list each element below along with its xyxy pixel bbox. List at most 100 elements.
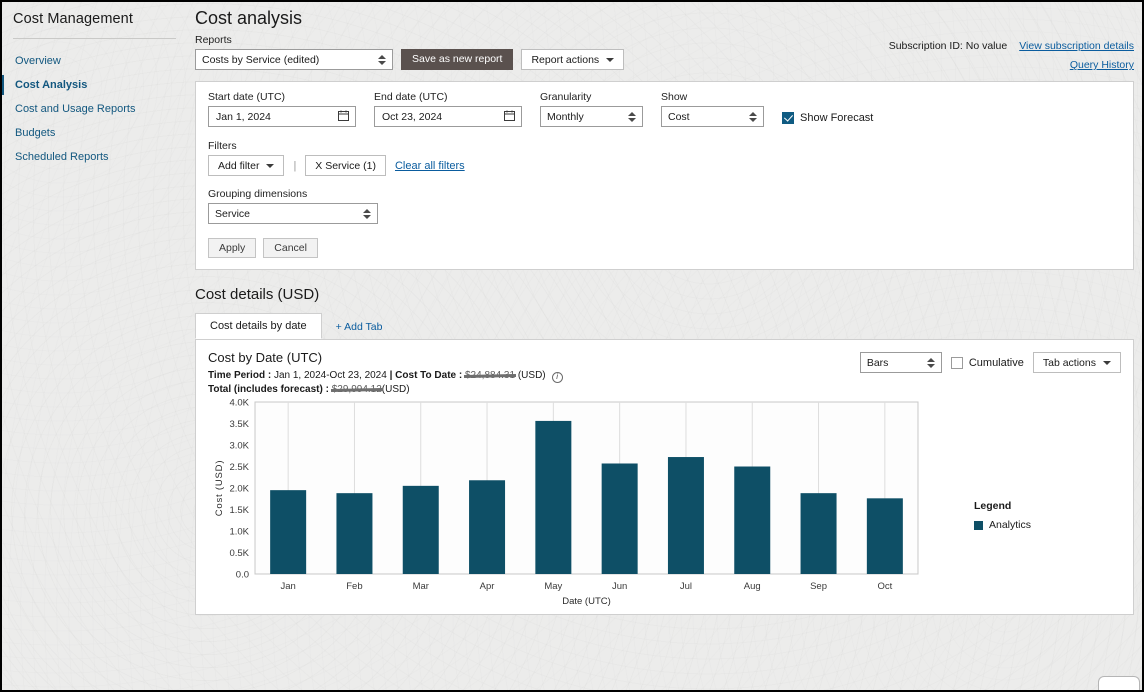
show-label: Show (661, 91, 688, 103)
granularity-field: Granularity Monthly (540, 91, 643, 127)
total-currency: (USD) (381, 384, 410, 395)
svg-text:Feb: Feb (346, 581, 362, 592)
filters-block: Filters Add filter | X Service (1) Clear… (208, 140, 1121, 176)
granularity-label: Granularity (540, 91, 592, 103)
show-field: Show Cost (661, 91, 764, 127)
svg-text:Date (UTC): Date (UTC) (562, 596, 611, 607)
total-label: Total (includes forecast) (208, 384, 323, 395)
apply-button[interactable]: Apply (208, 238, 257, 258)
start-date-field: Start date (UTC) Jan 1, 2024 (208, 91, 356, 127)
report-actions-button[interactable]: Report actions (521, 49, 625, 70)
subscription-id: Subscription ID: No value (888, 40, 1008, 52)
scroll-corner[interactable] (1098, 676, 1140, 690)
show-forecast-checkbox[interactable] (782, 112, 794, 124)
main-content: Cost analysis Reports Costs by Service (… (187, 2, 1142, 690)
chart-plot-area: 0.0 0.5K 1.0K 1.5K 2.0K 2.5K 3.0K 3.5K 4.0K Cost … (208, 396, 1121, 608)
panel-actions: Apply Cancel (208, 238, 1121, 258)
chart-controls: Bars Cumulative Tab actions (859, 352, 1121, 373)
reports-field: Reports Costs by Service (edited) (195, 34, 393, 70)
sidebar-item-cost-and-usage-reports[interactable]: Cost and Usage Reports (2, 97, 187, 121)
start-date-input[interactable]: Jan 1, 2024 (208, 106, 356, 127)
cost-to-date-currency: (USD) (517, 370, 546, 381)
show-select[interactable]: Cost (661, 106, 764, 127)
cost-to-date-value: $24,884.31 (465, 370, 516, 381)
end-date-input[interactable]: Oct 23, 2024 (374, 106, 522, 127)
calendar-icon (338, 110, 349, 124)
grouping-label: Grouping dimensions (208, 188, 308, 200)
chevron-updown-icon (628, 111, 636, 123)
cancel-button[interactable]: Cancel (263, 238, 318, 258)
filter-row-dates: Start date (UTC) Jan 1, 2024 End date (U… (208, 91, 1121, 127)
svg-text:Jul: Jul (680, 581, 692, 592)
svg-text:0.5K: 0.5K (229, 548, 249, 559)
sidebar-item-overview[interactable]: Overview (2, 49, 187, 73)
info-icon[interactable]: i (551, 371, 563, 383)
grouping-select[interactable]: Service (208, 203, 378, 224)
tab-cost-details-by-date[interactable]: Cost details by date (195, 313, 322, 339)
sidebar-item-budgets[interactable]: Budgets (2, 121, 187, 145)
start-date-label: Start date (UTC) (208, 91, 286, 103)
chart-type-value: Bars (866, 356, 889, 369)
sidebar: Cost Management Overview Cost Analysis C… (2, 2, 187, 690)
granularity-select[interactable]: Monthly (540, 106, 643, 127)
cumulative-checkbox[interactable] (950, 356, 963, 369)
svg-text:Aug: Aug (744, 581, 761, 592)
add-tab-button[interactable]: + Add Tab (336, 321, 383, 339)
time-period-label: Time Period (208, 370, 266, 381)
filter-chip-service[interactable]: X Service (1) (305, 155, 386, 176)
svg-text:Jun: Jun (612, 581, 627, 592)
reports-label: Reports (195, 34, 232, 46)
chevron-down-icon (266, 163, 275, 168)
svg-text:1.0K: 1.0K (229, 527, 249, 538)
cost-details-title: Cost details (USD) (195, 286, 320, 303)
legend-label: Analytics (989, 519, 1032, 531)
cost-to-date-label: Cost To Date (395, 370, 457, 381)
svg-text:0.0: 0.0 (236, 570, 249, 581)
svg-text:4.0K: 4.0K (229, 398, 249, 409)
chart-legend: Legend Analytics (974, 500, 1031, 531)
report-select-value: Costs by Service (edited) (202, 53, 320, 66)
app-window: Cost Management Overview Cost Analysis C… (2, 2, 1142, 690)
grouping-value: Service (215, 207, 251, 220)
filter-separator: | (293, 159, 297, 172)
end-date-value: Oct 23, 2024 (382, 110, 443, 123)
sidebar-nav: Overview Cost Analysis Cost and Usage Re… (2, 49, 187, 169)
calendar-icon (504, 110, 515, 124)
clear-all-filters-link[interactable]: Clear all filters (395, 160, 465, 172)
svg-text:Cost (USD): Cost (USD) (214, 460, 225, 517)
sidebar-item-cost-analysis[interactable]: Cost Analysis (2, 73, 187, 97)
svg-text:Oct: Oct (877, 581, 892, 592)
tab-actions-button[interactable]: Tab actions (1032, 352, 1121, 373)
sidebar-item-scheduled-reports[interactable]: Scheduled Reports (2, 145, 187, 169)
svg-text:Mar: Mar (413, 581, 429, 592)
chevron-updown-icon (363, 208, 371, 220)
chart-type-select[interactable]: Bars (859, 352, 942, 373)
save-as-new-report-button[interactable]: Save as new report (401, 49, 514, 70)
svg-text:2.0K: 2.0K (229, 484, 249, 495)
chevron-updown-icon (378, 54, 386, 66)
end-date-field: End date (UTC) Oct 23, 2024 (374, 91, 522, 127)
cumulative-label: Cumulative (968, 356, 1024, 369)
chart-panel: Cost by Date (UTC) Time Period : Jan 1, … (195, 339, 1134, 615)
legend-item-analytics[interactable]: Analytics (974, 519, 1031, 531)
time-period-value: Jan 1, 2024-Oct 23, 2024 (273, 370, 387, 381)
show-value: Cost (668, 110, 690, 123)
add-filter-button[interactable]: Add filter (208, 155, 285, 176)
svg-text:3.0K: 3.0K (229, 441, 249, 452)
report-actions-label: Report actions (531, 53, 600, 66)
start-date-value: Jan 1, 2024 (216, 110, 271, 123)
view-subscription-details-link[interactable]: View subscription details (1019, 40, 1134, 52)
chevron-updown-icon (749, 111, 757, 123)
legend-title: Legend (974, 500, 1012, 512)
svg-text:2.5K: 2.5K (229, 462, 249, 473)
show-forecast-field: Show Forecast (782, 112, 873, 124)
chart-meta-line-2: Total (includes forecast) : $29,994.12(U… (208, 384, 410, 395)
end-date-label: End date (UTC) (374, 91, 448, 103)
add-filter-label: Add filter (218, 159, 260, 172)
svg-text:Sep: Sep (810, 581, 827, 592)
sidebar-title: Cost Management (13, 11, 133, 27)
report-select[interactable]: Costs by Service (edited) (195, 49, 393, 70)
filter-panel: Start date (UTC) Jan 1, 2024 End date (U… (195, 81, 1134, 270)
query-history-link[interactable]: Query History (1070, 59, 1134, 71)
svg-text:Apr: Apr (480, 581, 495, 592)
